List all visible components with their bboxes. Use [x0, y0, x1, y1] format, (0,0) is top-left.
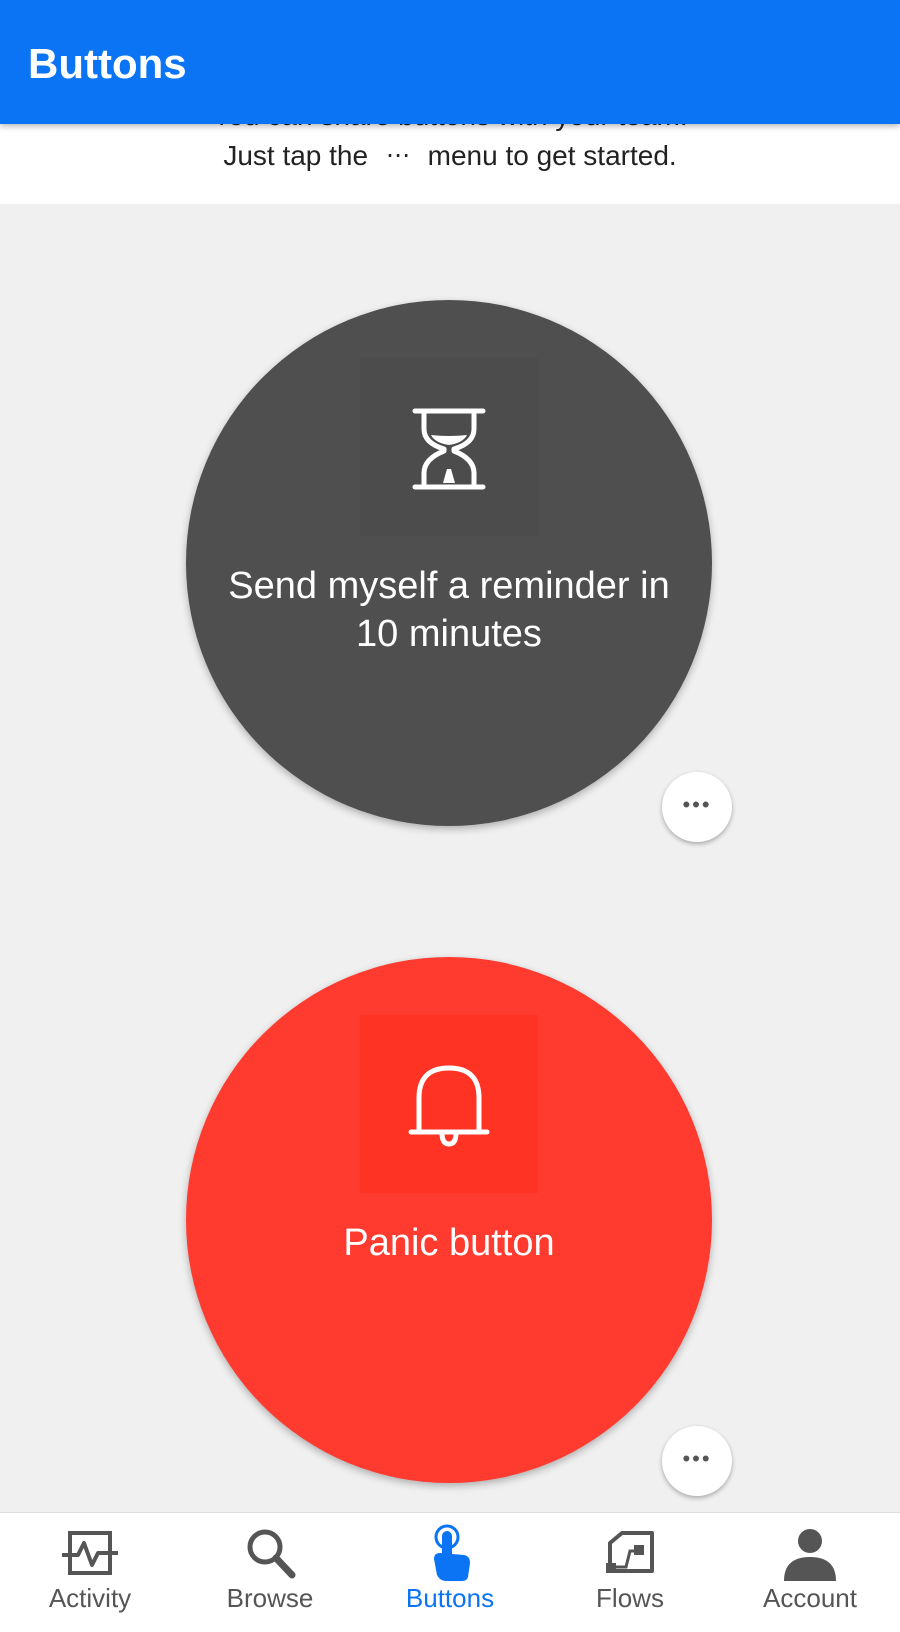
nav-item-activity[interactable]: Activity: [0, 1513, 180, 1632]
info-text-before: Just tap the: [223, 140, 369, 171]
panic-button-label: Panic button: [343, 1222, 555, 1264]
nav-label-flows: Flows: [596, 1583, 664, 1613]
nav-item-buttons[interactable]: Buttons: [360, 1513, 540, 1632]
panic-flow-button[interactable]: Panic button: [186, 957, 712, 1483]
bell-icon: [408, 1065, 490, 1147]
reminder-flow-button[interactable]: Send myself a reminder in 10 minutes: [186, 300, 712, 826]
nav-item-flows[interactable]: Flows: [540, 1513, 720, 1632]
hourglass-icon-tile: [360, 358, 538, 536]
page-title: Buttons: [28, 40, 187, 87]
app-bar: Buttons: [0, 0, 900, 124]
tap-icon: [420, 1523, 480, 1583]
person-icon: [780, 1523, 840, 1583]
nav-label-browse: Browse: [226, 1583, 314, 1613]
activity-icon: [60, 1523, 120, 1583]
hourglass-icon: [412, 408, 486, 490]
nav-label-account: Account: [763, 1583, 857, 1613]
info-text-after: menu to get started.: [427, 140, 677, 171]
bottom-nav: Activity Browse Buttons Flows Account: [0, 1512, 900, 1632]
more-menu-glyph-icon: ⋯: [385, 142, 410, 169]
nav-item-browse[interactable]: Browse: [180, 1513, 360, 1632]
nav-label-buttons: Buttons: [405, 1583, 495, 1613]
bell-icon-tile: [360, 1015, 538, 1193]
reminder-more-button[interactable]: •••: [662, 772, 732, 842]
reminder-button-label: Send myself a reminder in 10 minutes: [228, 565, 670, 655]
nav-label-activity: Activity: [48, 1583, 132, 1613]
search-icon: [240, 1523, 300, 1583]
info-text: Just tap the ⋯ menu to get started.: [0, 140, 900, 172]
nav-item-account[interactable]: Account: [720, 1513, 900, 1632]
flows-icon: [600, 1523, 660, 1583]
panic-more-button[interactable]: •••: [662, 1426, 732, 1496]
